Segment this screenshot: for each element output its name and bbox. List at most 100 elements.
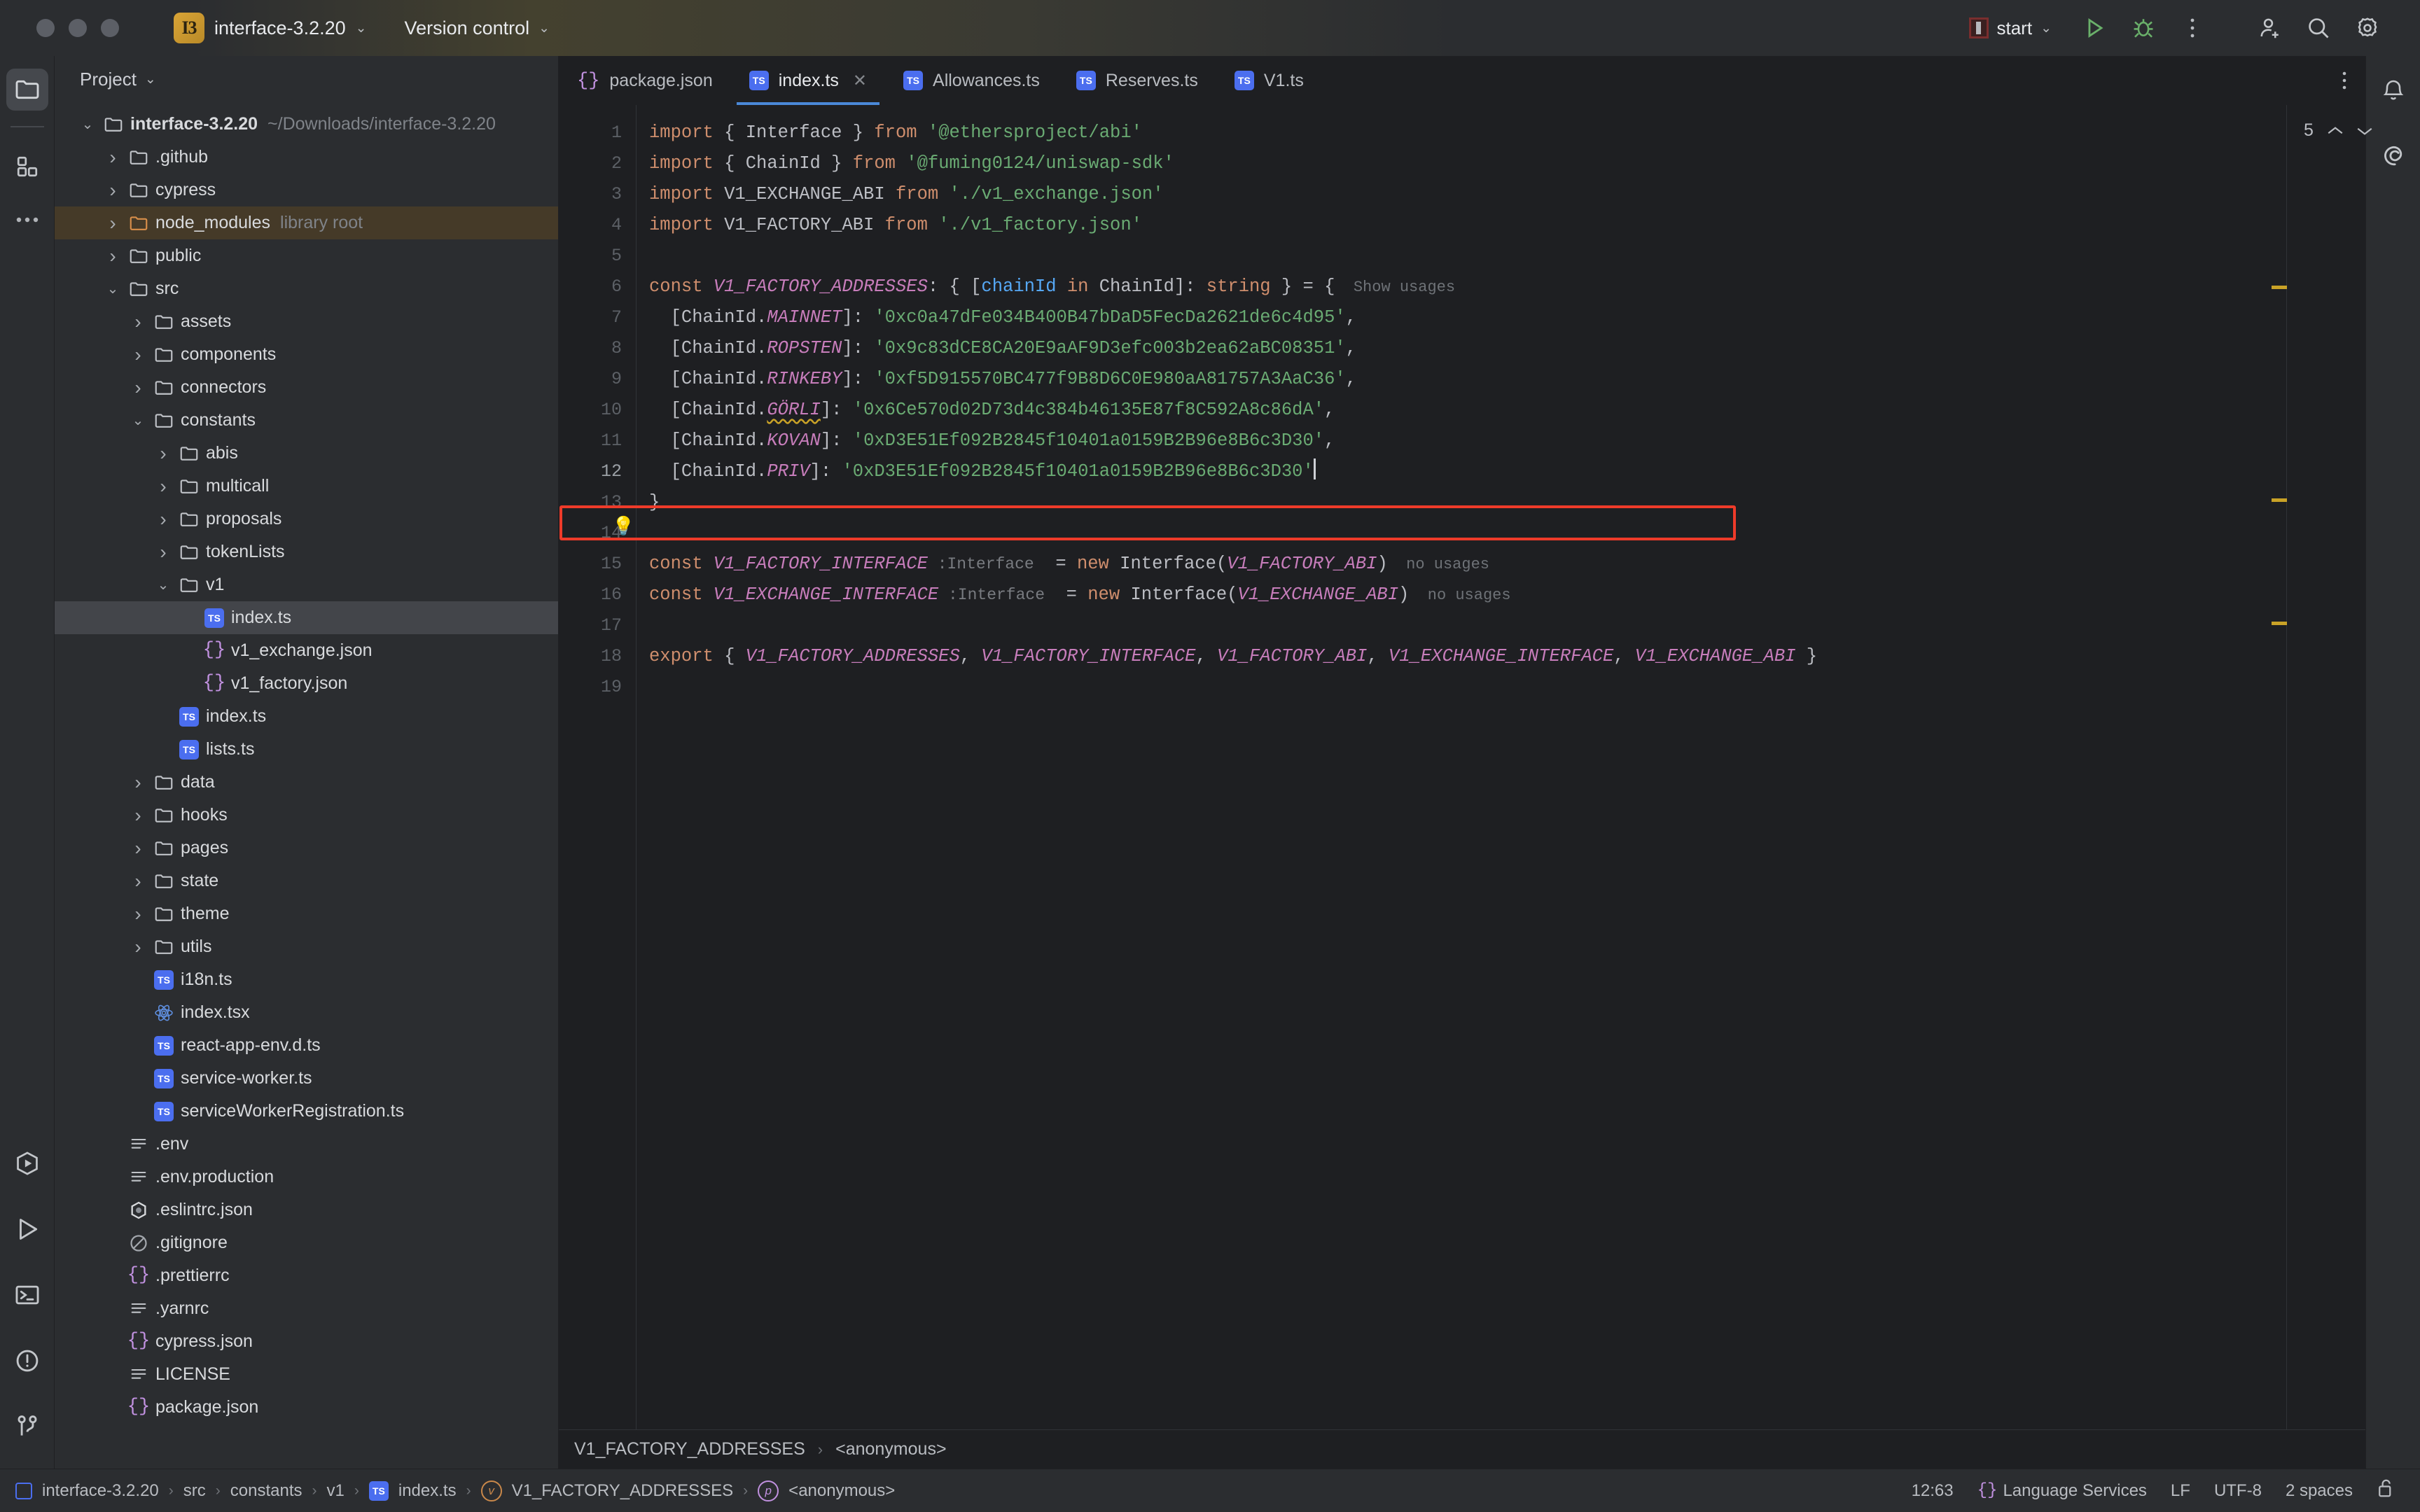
project-selector[interactable]: I3 interface-3.2.20 ⌄ [174,13,367,43]
line-number[interactable]: 8 [559,333,636,364]
editor-tabs[interactable]: {} package.json TS index.ts ✕ TS Allowances.ts… [559,56,2365,105]
language-services-widget[interactable]: {} Language Services [1977,1481,2147,1501]
caret-position-label[interactable]: 12:63 [1912,1481,1954,1501]
code-line-1[interactable]: import { Interface } from '@ethersprojec… [637,118,2287,148]
line-number[interactable]: 2 [559,148,636,179]
tree-item-assets[interactable]: › assets [55,305,558,338]
tree-item--yarnrc[interactable]: .yarnrc [55,1292,558,1325]
search-button[interactable] [2294,4,2343,52]
code-content[interactable]: import { Interface } from '@ethersprojec… [559,105,2287,1429]
editor-breadcrumb[interactable]: V1_FACTORY_ADDRESSES › <anonymous> [559,1429,2365,1469]
window-controls[interactable] [0,19,119,37]
sidebar-item-structure[interactable] [6,146,48,188]
tree-item-package-json[interactable]: {} package.json [55,1391,558,1424]
tree-item--github[interactable]: › .github [55,141,558,174]
chevron-right-icon[interactable]: › [126,804,150,827]
code-line-4[interactable]: import V1_FACTORY_ABI from './v1_factory… [637,210,2287,241]
tree-item--env-production[interactable]: .env.production [55,1161,558,1194]
line-number[interactable]: 13 [559,487,636,518]
tab-v1-ts[interactable]: TS V1.ts [1216,56,1322,105]
code-line-11[interactable]: [ChainId.KOVAN]: '0xD3E51Ef092B2845f1040… [637,426,2287,456]
tree-item-src[interactable]: ⌄ src [55,272,558,305]
tree-item-abis[interactable]: › abis [55,437,558,470]
tab-reserves-ts[interactable]: TS Reserves.ts [1058,56,1216,105]
status-path-item[interactable]: v1 [327,1481,345,1501]
chevron-right-icon[interactable]: › [126,311,150,333]
chevron-right-icon[interactable]: › [126,377,150,399]
line-number[interactable]: 19 [559,672,636,703]
tree-item-react-app-env-d-ts[interactable]: TS react-app-env.d.ts [55,1029,558,1062]
indent-label[interactable]: 2 spaces [2286,1481,2353,1501]
encoding-label[interactable]: UTF-8 [2214,1481,2262,1501]
editor-tabs-options-button[interactable] [2342,56,2365,105]
tree-item-v1-exchange-json[interactable]: {} v1_exchange.json [55,634,558,667]
status-path-item[interactable]: V1_FACTORY_ADDRESSES [512,1481,734,1501]
line-number[interactable]: 11 [559,426,636,456]
code-line-16[interactable]: const V1_EXCHANGE_INTERFACE :Interface =… [637,580,2287,610]
tab-allowances-ts[interactable]: TS Allowances.ts [885,56,1058,105]
line-number[interactable]: 6 [559,272,636,302]
sidebar-item-project[interactable] [6,69,48,111]
line-number[interactable]: 16 [559,580,636,610]
line-number[interactable]: 9 [559,364,636,395]
chevron-right-icon[interactable]: › [126,771,150,794]
chevron-right-icon[interactable]: › [101,146,125,169]
settings-button[interactable] [2343,4,2392,52]
tree-item-connectors[interactable]: › connectors [55,371,558,404]
status-path-item[interactable]: constants [230,1481,302,1501]
line-number[interactable]: 4 [559,210,636,241]
project-tree[interactable]: ⌄ interface-3.2.20 ~/Downloads/interface-3… [55,102,558,1469]
chevron-right-icon[interactable]: › [151,442,175,465]
code-line-15[interactable]: const V1_FACTORY_INTERFACE :Interface = … [637,549,2287,580]
unlocked-icon[interactable] [2377,1478,2395,1504]
code-line-9[interactable]: [ChainId.RINKEBY]: '0xf5D915570BC477f9B8… [637,364,2287,395]
chevron-right-icon[interactable]: › [126,837,150,860]
tree-item-license[interactable]: LICENSE [55,1358,558,1391]
chevron-right-icon[interactable]: › [126,870,150,892]
next-problem-icon[interactable] [2356,125,2374,137]
tree-item-serviceworkerregistration-ts[interactable]: TS serviceWorkerRegistration.ts [55,1095,558,1128]
tree-item-index-tsx[interactable]: index.tsx [55,996,558,1029]
tree-item-utils[interactable]: › utils [55,930,558,963]
code-line-13[interactable]: } [637,487,2287,518]
line-number-gutter[interactable]: 💡 1 2 3 4 5 6 7 8 9 10 11 12 13 14 15 16 17 18 19 [559,105,636,1429]
chevron-down-icon[interactable]: ⌄ [101,280,125,298]
code-line-2[interactable]: import { ChainId } from '@fuming0124/uni… [637,148,2287,179]
sidebar-item-run-anything[interactable] [6,1142,48,1184]
sidebar-item-version-control[interactable] [6,1406,48,1448]
tab-package-json[interactable]: {} package.json [559,56,731,105]
ai-assistant-button[interactable] [2372,136,2414,178]
tree-item-node-modules[interactable]: › node_modules library root [55,206,558,239]
tree-item--eslintrc-json[interactable]: .eslintrc.json [55,1194,558,1226]
chevron-right-icon[interactable]: › [151,508,175,531]
tree-item-components[interactable]: › components [55,338,558,371]
tree-item-public[interactable]: › public [55,239,558,272]
chevron-right-icon[interactable]: › [126,936,150,958]
close-window-button[interactable] [36,19,55,37]
code-line-17[interactable] [637,610,2287,641]
line-separator-label[interactable]: LF [2171,1481,2190,1501]
line-number[interactable]: 17 [559,610,636,641]
tab-index-ts[interactable]: TS index.ts ✕ [731,56,885,105]
tree-item--prettierrc[interactable]: {} .prettierrc [55,1259,558,1292]
tree-item-hooks[interactable]: › hooks [55,799,558,832]
sidebar-item-problems[interactable] [6,1340,48,1382]
chevron-right-icon[interactable]: › [151,541,175,564]
status-path[interactable]: interface-3.2.20 › src › constants › v1 … [15,1480,895,1502]
tree-item-i18n-ts[interactable]: TS i18n.ts [55,963,558,996]
notifications-button[interactable] [2372,69,2414,111]
code-line-7[interactable]: [ChainId.MAINNET]: '0xc0a47dFe034B400B47… [637,302,2287,333]
tree-item-state[interactable]: › state [55,864,558,897]
chevron-down-icon[interactable]: ⌄ [151,576,175,594]
close-tab-icon[interactable]: ✕ [853,71,867,91]
sidebar-item-run[interactable] [6,1208,48,1250]
tree-item-constants[interactable]: ⌄ constants [55,404,558,437]
status-path-item[interactable]: <anonymous> [788,1481,895,1501]
debug-button[interactable] [2119,4,2168,52]
tree-item-multicall[interactable]: › multicall [55,470,558,503]
tree-item-v1[interactable]: ⌄ v1 [55,568,558,601]
chevron-right-icon[interactable]: › [126,903,150,925]
project-panel-header[interactable]: Project ⌄ [55,56,558,102]
previous-problem-icon[interactable] [2326,125,2344,137]
code-line-6[interactable]: const V1_FACTORY_ADDRESSES: { [chainId i… [637,272,2287,302]
